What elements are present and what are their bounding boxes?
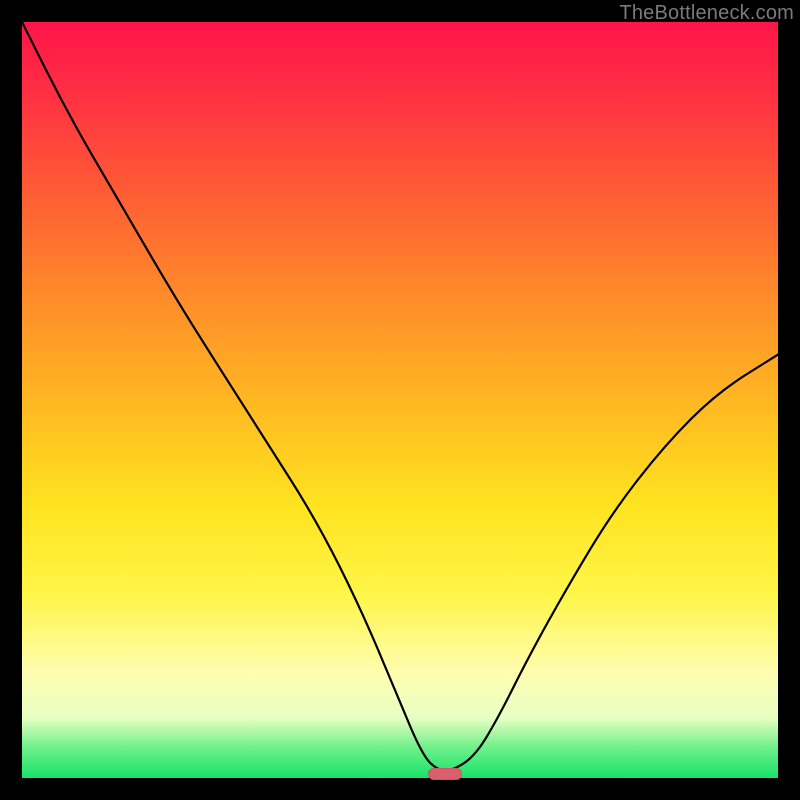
curve-path [22,22,778,770]
watermark-text: TheBottleneck.com [619,2,794,25]
bottleneck-curve [22,22,778,778]
chart-frame: TheBottleneck.com [0,0,800,800]
plot-area [22,22,778,778]
optimal-marker [428,768,462,780]
